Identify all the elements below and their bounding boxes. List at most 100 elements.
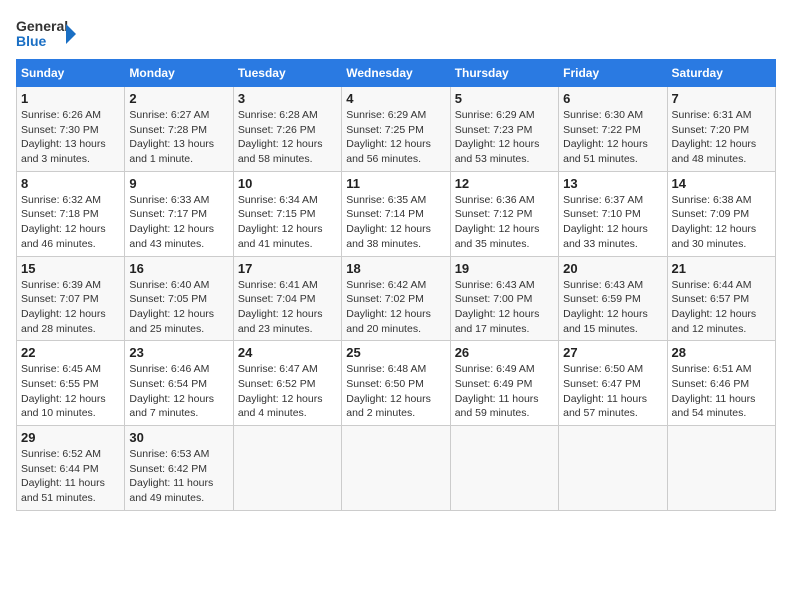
calendar-day: 25 Sunrise: 6:48 AM Sunset: 6:50 PM Dayli… — [342, 341, 450, 426]
day-info: Sunrise: 6:27 AM Sunset: 7:28 PM Dayligh… — [129, 108, 228, 167]
calendar-day: 18Sunrise: 6:42 AM Sunset: 7:02 PM Dayli… — [342, 256, 450, 341]
day-info: Sunrise: 6:32 AM Sunset: 7:18 PM Dayligh… — [21, 193, 120, 252]
day-info: Sunrise: 6:33 AM Sunset: 7:17 PM Dayligh… — [129, 193, 228, 252]
calendar-day: 1 Sunrise: 6:26 AM Sunset: 7:30 PM Daylig… — [17, 87, 125, 172]
day-info: Sunrise: 6:36 AM Sunset: 7:12 PM Dayligh… — [455, 193, 554, 252]
day-number: 27 — [563, 345, 662, 360]
day-number: 6 — [563, 91, 662, 106]
day-info: Sunrise: 6:44 AM Sunset: 6:57 PM Dayligh… — [672, 278, 771, 337]
day-number: 24 — [238, 345, 337, 360]
calendar-day: 17 Sunrise: 6:41 AM Sunset: 7:04 PM Dayli… — [233, 256, 341, 341]
calendar-day: 19 Sunrise: 6:43 AM Sunset: 7:00 PM Dayli… — [450, 256, 558, 341]
day-number: 29 — [21, 430, 120, 445]
day-number: 19 — [455, 261, 554, 276]
day-info: Sunrise: 6:52 AM Sunset: 6:44 PM Dayligh… — [21, 447, 120, 506]
day-info: Sunrise: 6:29 AM Sunset: 7:25 PM Dayligh… — [346, 108, 445, 167]
calendar-day: 24 Sunrise: 6:47 AM Sunset: 6:52 PM Dayli… — [233, 341, 341, 426]
calendar-day — [342, 426, 450, 511]
day-info: Sunrise: 6:49 AM Sunset: 6:49 PM Dayligh… — [455, 362, 554, 421]
calendar-week-1: 1 Sunrise: 6:26 AM Sunset: 7:30 PM Daylig… — [17, 87, 776, 172]
day-info: Sunrise: 6:45 AM Sunset: 6:55 PM Dayligh… — [21, 362, 120, 421]
day-number: 15 — [21, 261, 120, 276]
calendar-day: 9 Sunrise: 6:33 AM Sunset: 7:17 PM Daylig… — [125, 171, 233, 256]
day-info: Sunrise: 6:43 AM Sunset: 7:00 PM Dayligh… — [455, 278, 554, 337]
day-number: 7 — [672, 91, 771, 106]
calendar-day: 30 Sunrise: 6:53 AM Sunset: 6:42 PM Dayli… — [125, 426, 233, 511]
day-info: Sunrise: 6:48 AM Sunset: 6:50 PM Dayligh… — [346, 362, 445, 421]
day-number: 11 — [346, 176, 445, 191]
calendar-day: 11 Sunrise: 6:35 AM Sunset: 7:14 PM Dayli… — [342, 171, 450, 256]
calendar-day — [667, 426, 775, 511]
calendar-day: 8 Sunrise: 6:32 AM Sunset: 7:18 PM Daylig… — [17, 171, 125, 256]
calendar-day: 16 Sunrise: 6:40 AM Sunset: 7:05 PM Dayli… — [125, 256, 233, 341]
day-number: 4 — [346, 91, 445, 106]
column-header-friday: Friday — [559, 60, 667, 87]
day-info: Sunrise: 6:34 AM Sunset: 7:15 PM Dayligh… — [238, 193, 337, 252]
day-number: 2 — [129, 91, 228, 106]
calendar-day: 29 Sunrise: 6:52 AM Sunset: 6:44 PM Dayli… — [17, 426, 125, 511]
day-number: 21 — [672, 261, 771, 276]
day-info: Sunrise: 6:53 AM Sunset: 6:42 PM Dayligh… — [129, 447, 228, 506]
calendar-day: 14 Sunrise: 6:38 AM Sunset: 7:09 PM Dayli… — [667, 171, 775, 256]
day-number: 10 — [238, 176, 337, 191]
logo-icon: GeneralBlue — [16, 16, 76, 51]
column-header-thursday: Thursday — [450, 60, 558, 87]
day-info: Sunrise: 6:43 AM Sunset: 6:59 PM Dayligh… — [563, 278, 662, 337]
day-number: 13 — [563, 176, 662, 191]
column-header-sunday: Sunday — [17, 60, 125, 87]
calendar-day — [450, 426, 558, 511]
calendar-day: 26 Sunrise: 6:49 AM Sunset: 6:49 PM Dayli… — [450, 341, 558, 426]
day-number: 12 — [455, 176, 554, 191]
svg-text:Blue: Blue — [16, 33, 47, 49]
day-number: 14 — [672, 176, 771, 191]
day-info: Sunrise: 6:35 AM Sunset: 7:14 PM Dayligh… — [346, 193, 445, 252]
calendar-day: 3Sunrise: 6:28 AM Sunset: 7:26 PM Daylig… — [233, 87, 341, 172]
calendar-day: 27Sunrise: 6:50 AM Sunset: 6:47 PM Dayli… — [559, 341, 667, 426]
day-info: Sunrise: 6:40 AM Sunset: 7:05 PM Dayligh… — [129, 278, 228, 337]
column-header-monday: Monday — [125, 60, 233, 87]
day-number: 9 — [129, 176, 228, 191]
day-info: Sunrise: 6:46 AM Sunset: 6:54 PM Dayligh… — [129, 362, 228, 421]
day-number: 30 — [129, 430, 228, 445]
calendar-week-3: 15Sunrise: 6:39 AM Sunset: 7:07 PM Dayli… — [17, 256, 776, 341]
calendar-week-4: 22 Sunrise: 6:45 AM Sunset: 6:55 PM Dayli… — [17, 341, 776, 426]
calendar-day: 21 Sunrise: 6:44 AM Sunset: 6:57 PM Dayli… — [667, 256, 775, 341]
page-header: GeneralBlue — [16, 16, 776, 51]
calendar-header-row: SundayMondayTuesdayWednesdayThursdayFrid… — [17, 60, 776, 87]
day-info: Sunrise: 6:38 AM Sunset: 7:09 PM Dayligh… — [672, 193, 771, 252]
calendar-day: 2 Sunrise: 6:27 AM Sunset: 7:28 PM Daylig… — [125, 87, 233, 172]
calendar-day: 7 Sunrise: 6:31 AM Sunset: 7:20 PM Daylig… — [667, 87, 775, 172]
day-info: Sunrise: 6:47 AM Sunset: 6:52 PM Dayligh… — [238, 362, 337, 421]
day-number: 23 — [129, 345, 228, 360]
day-info: Sunrise: 6:28 AM Sunset: 7:26 PM Dayligh… — [238, 108, 337, 167]
calendar-week-2: 8 Sunrise: 6:32 AM Sunset: 7:18 PM Daylig… — [17, 171, 776, 256]
day-number: 17 — [238, 261, 337, 276]
calendar-day: 5Sunrise: 6:29 AM Sunset: 7:23 PM Daylig… — [450, 87, 558, 172]
calendar-day: 15Sunrise: 6:39 AM Sunset: 7:07 PM Dayli… — [17, 256, 125, 341]
calendar-day — [559, 426, 667, 511]
day-number: 20 — [563, 261, 662, 276]
calendar-day: 10 Sunrise: 6:34 AM Sunset: 7:15 PM Dayli… — [233, 171, 341, 256]
day-info: Sunrise: 6:51 AM Sunset: 6:46 PM Dayligh… — [672, 362, 771, 421]
calendar-week-5: 29 Sunrise: 6:52 AM Sunset: 6:44 PM Dayli… — [17, 426, 776, 511]
logo: GeneralBlue — [16, 16, 76, 51]
calendar-day: 20 Sunrise: 6:43 AM Sunset: 6:59 PM Dayli… — [559, 256, 667, 341]
day-number: 1 — [21, 91, 120, 106]
day-info: Sunrise: 6:26 AM Sunset: 7:30 PM Dayligh… — [21, 108, 120, 167]
column-header-tuesday: Tuesday — [233, 60, 341, 87]
day-number: 22 — [21, 345, 120, 360]
column-header-wednesday: Wednesday — [342, 60, 450, 87]
day-number: 18 — [346, 261, 445, 276]
day-info: Sunrise: 6:31 AM Sunset: 7:20 PM Dayligh… — [672, 108, 771, 167]
day-info: Sunrise: 6:29 AM Sunset: 7:23 PM Dayligh… — [455, 108, 554, 167]
calendar-day: 4 Sunrise: 6:29 AM Sunset: 7:25 PM Daylig… — [342, 87, 450, 172]
day-number: 8 — [21, 176, 120, 191]
day-number: 26 — [455, 345, 554, 360]
day-info: Sunrise: 6:37 AM Sunset: 7:10 PM Dayligh… — [563, 193, 662, 252]
day-number: 16 — [129, 261, 228, 276]
column-header-saturday: Saturday — [667, 60, 775, 87]
day-info: Sunrise: 6:41 AM Sunset: 7:04 PM Dayligh… — [238, 278, 337, 337]
day-number: 25 — [346, 345, 445, 360]
calendar-day: 12 Sunrise: 6:36 AM Sunset: 7:12 PM Dayli… — [450, 171, 558, 256]
calendar-table: SundayMondayTuesdayWednesdayThursdayFrid… — [16, 59, 776, 511]
